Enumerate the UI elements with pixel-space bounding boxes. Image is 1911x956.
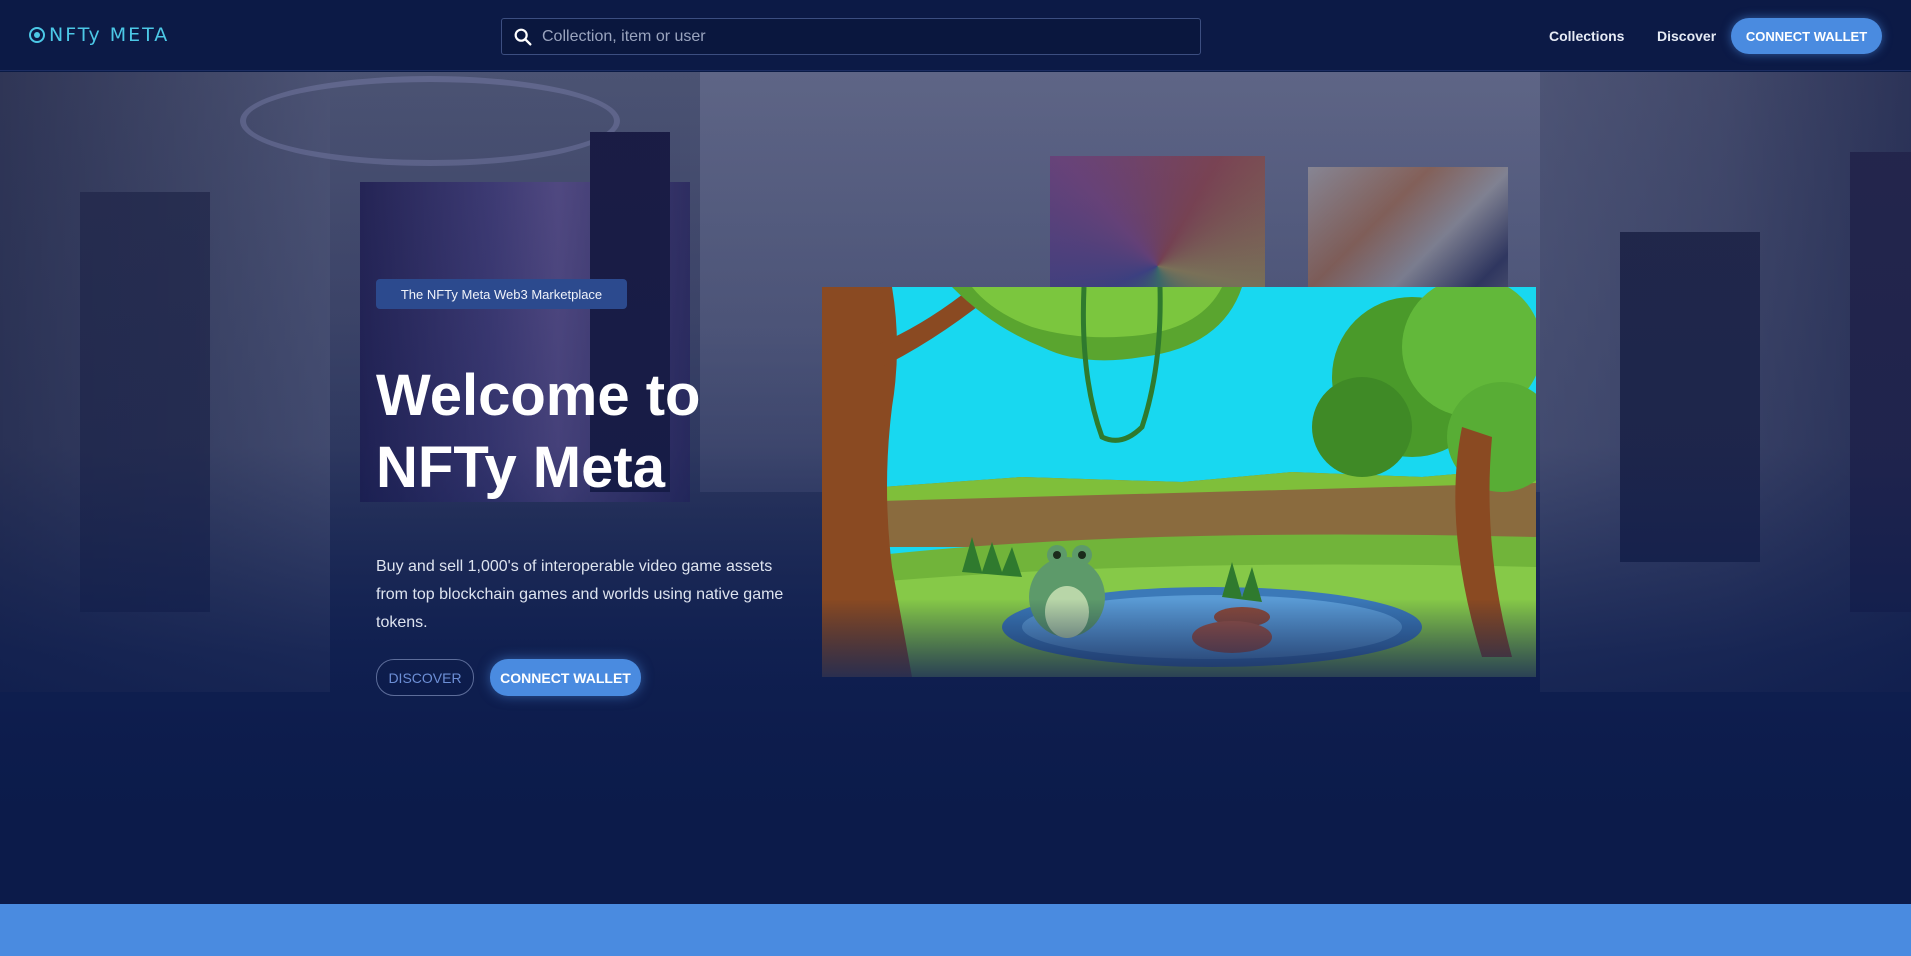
discover-button[interactable]: DISCOVER <box>376 659 474 696</box>
marketplace-tag: The NFTy Meta Web3 Marketplace <box>376 279 627 309</box>
search-input[interactable] <box>542 27 1162 46</box>
header-connect-wallet-button[interactable]: CONNECT WALLET <box>1731 18 1882 54</box>
nav-collections-link[interactable]: Collections <box>1549 28 1624 44</box>
search-bar[interactable] <box>501 18 1201 55</box>
hero-connect-wallet-button[interactable]: CONNECT WALLET <box>490 659 641 696</box>
site-logo[interactable]: NFTy META <box>29 24 169 46</box>
pond-scene-image <box>822 287 1536 677</box>
hero-game-illustration <box>822 287 1536 677</box>
hero-title-line2: NFTy Meta <box>376 435 665 500</box>
bottom-section-band <box>0 904 1911 956</box>
logo-icon <box>29 27 45 43</box>
hero-title: Welcome to NFTy Meta <box>376 360 796 504</box>
hero-title-line1: Welcome to <box>376 363 701 428</box>
nav-discover-link[interactable]: Discover <box>1657 28 1716 44</box>
hero-subtitle: Buy and sell 1,000's of interoperable vi… <box>376 558 784 631</box>
top-navbar: NFTy META Collections Discover CONNECT W… <box>0 0 1911 71</box>
search-icon <box>514 28 532 46</box>
logo-text: NFTy META <box>49 24 170 46</box>
